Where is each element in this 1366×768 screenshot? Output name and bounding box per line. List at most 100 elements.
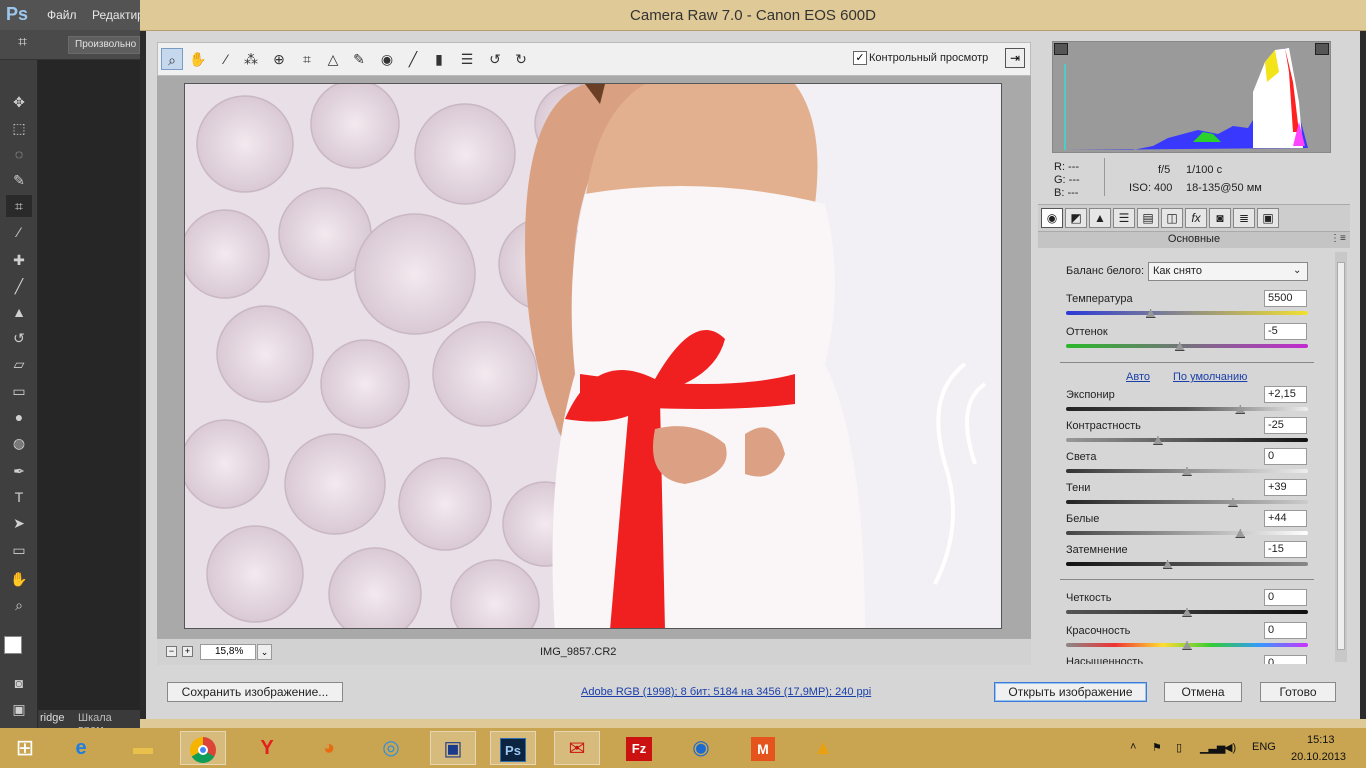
- brush-icon[interactable]: ╱: [6, 275, 32, 297]
- crop-icon[interactable]: ⌗: [6, 195, 32, 217]
- stamp-icon[interactable]: ▲: [6, 301, 32, 323]
- lens-corrections-tab-icon[interactable]: ◫: [1161, 208, 1183, 228]
- adjustment-brush-icon[interactable]: ╱: [402, 48, 424, 70]
- tray-expand-icon[interactable]: ˄: [1130, 741, 1136, 753]
- menu-edit[interactable]: Редактир: [92, 8, 144, 22]
- flag-icon[interactable]: ⚑: [1152, 741, 1162, 754]
- panel-menu-icon[interactable]: ⋮≡: [1330, 233, 1346, 244]
- marquee-tool-icon[interactable]: ⬚: [6, 117, 32, 139]
- dodge-icon[interactable]: ◍: [6, 432, 32, 454]
- preview-checkbox[interactable]: ✓: [853, 51, 867, 65]
- photo-preview[interactable]: [184, 83, 1002, 629]
- save-image-button[interactable]: Сохранить изображение...: [167, 682, 343, 702]
- tab-bridge[interactable]: ridge: [40, 712, 64, 724]
- zoom-tool-icon[interactable]: ⌕: [6, 594, 32, 616]
- vibrance-field[interactable]: 0: [1264, 622, 1307, 639]
- clock-date[interactable]: 20.10.2013: [1291, 751, 1346, 763]
- hand-icon[interactable]: ✋: [187, 48, 209, 70]
- pen-icon[interactable]: ✒: [6, 460, 32, 482]
- cancel-button[interactable]: Отмена: [1164, 682, 1242, 702]
- shadows-field[interactable]: +39: [1264, 479, 1307, 496]
- move-tool-icon[interactable]: ✥: [6, 91, 32, 113]
- blacks-track[interactable]: [1066, 562, 1308, 566]
- chrome-icon[interactable]: [180, 731, 226, 765]
- whites-track[interactable]: [1066, 531, 1308, 535]
- type-icon[interactable]: T: [6, 486, 32, 508]
- firefox-icon[interactable]: ◕: [306, 731, 352, 765]
- detail-tab-icon[interactable]: ▲: [1089, 208, 1111, 228]
- hand-icon[interactable]: ✋: [6, 568, 32, 590]
- presets-tab-icon[interactable]: ≣: [1233, 208, 1255, 228]
- volume-icon[interactable]: ◀): [1224, 741, 1236, 754]
- highlight-clipping-icon[interactable]: [1315, 43, 1329, 55]
- clock-time[interactable]: 15:13: [1307, 734, 1335, 746]
- tint-track[interactable]: [1066, 344, 1308, 348]
- language-indicator[interactable]: ENG: [1252, 741, 1276, 753]
- graduated-filter-icon[interactable]: ▮: [428, 48, 450, 70]
- open-image-button[interactable]: Открыть изображение: [994, 682, 1147, 702]
- zoom-dropdown-icon[interactable]: ⌄: [257, 644, 272, 660]
- quick-mask-icon[interactable]: ◙: [6, 672, 32, 694]
- zoom-level-field[interactable]: 15,8%: [200, 644, 256, 660]
- eyedropper-icon[interactable]: ⁄: [6, 221, 32, 243]
- crop-tool-icon[interactable]: ⌗: [18, 34, 42, 56]
- path-select-icon[interactable]: ➤: [6, 512, 32, 534]
- network-icon[interactable]: ▁▃▅: [1200, 741, 1225, 754]
- media-player-icon[interactable]: ◉: [678, 731, 724, 765]
- ratio-select[interactable]: Произвольно: [68, 36, 140, 54]
- zoom-icon[interactable]: ⌕: [161, 48, 183, 70]
- internet-explorer-icon[interactable]: e: [58, 731, 104, 765]
- white-balance-select[interactable]: Как снято: [1148, 262, 1308, 281]
- white-balance-icon[interactable]: ⁄: [215, 48, 237, 70]
- tint-field[interactable]: -5: [1264, 323, 1307, 340]
- history-brush-icon[interactable]: ↺: [6, 327, 32, 349]
- highlights-field[interactable]: 0: [1264, 448, 1307, 465]
- contrast-field[interactable]: -25: [1264, 417, 1307, 434]
- whites-field[interactable]: +44: [1264, 510, 1307, 527]
- gradient-icon[interactable]: ▭: [6, 380, 32, 402]
- preferences-icon[interactable]: ☰: [456, 48, 478, 70]
- safari-icon[interactable]: ◎: [368, 731, 414, 765]
- split-toning-tab-icon[interactable]: ▤: [1137, 208, 1159, 228]
- workflow-options-link[interactable]: Adobe RGB (1998); 8 бит; 5184 на 3456 (1…: [581, 686, 871, 698]
- default-link[interactable]: По умолчанию: [1173, 371, 1247, 383]
- yandex-icon[interactable]: Y: [244, 731, 290, 765]
- file-explorer-icon[interactable]: ▬: [120, 731, 166, 765]
- spot-removal-icon[interactable]: ✎: [348, 48, 370, 70]
- mailru-agent-icon[interactable]: M: [751, 736, 775, 761]
- blur-icon[interactable]: ●: [6, 406, 32, 428]
- clarity-field[interactable]: 0: [1264, 589, 1307, 606]
- temperature-track[interactable]: [1066, 311, 1308, 315]
- saturation-field[interactable]: 0: [1264, 655, 1307, 664]
- panel-scrollbar-thumb[interactable]: [1337, 262, 1345, 650]
- start-icon[interactable]: ⊞: [2, 731, 48, 765]
- basic-tab-icon[interactable]: ◉: [1041, 208, 1063, 228]
- photoshop-taskbar-icon[interactable]: Ps: [500, 737, 526, 762]
- save-disk-icon[interactable]: ▣: [430, 731, 476, 765]
- crop-icon[interactable]: ⌗: [296, 48, 318, 70]
- rotate-left-icon[interactable]: ↺: [484, 48, 506, 70]
- battery-icon[interactable]: ▯: [1176, 741, 1182, 754]
- rotate-right-icon[interactable]: ↻: [510, 48, 532, 70]
- temperature-field[interactable]: 5500: [1264, 290, 1307, 307]
- filezilla-icon[interactable]: Fz: [626, 736, 652, 761]
- screen-mode-icon[interactable]: ▣: [6, 698, 32, 720]
- healing-icon[interactable]: ✚: [6, 249, 32, 271]
- lasso-tool-icon[interactable]: ◌: [6, 143, 32, 165]
- zoom-in-icon[interactable]: +: [182, 646, 193, 657]
- fullscreen-icon[interactable]: ⇥: [1005, 48, 1025, 68]
- blacks-field[interactable]: -15: [1264, 541, 1307, 558]
- quick-select-icon[interactable]: ✎: [6, 169, 32, 191]
- zoom-out-icon[interactable]: −: [166, 646, 177, 657]
- shape-icon[interactable]: ▭: [6, 539, 32, 561]
- straighten-icon[interactable]: △: [322, 48, 344, 70]
- contrast-track[interactable]: [1066, 438, 1308, 442]
- foreground-color-swatch[interactable]: [4, 636, 22, 654]
- exposure-track[interactable]: [1066, 407, 1308, 411]
- snapshots-tab-icon[interactable]: ▣: [1257, 208, 1279, 228]
- auto-link[interactable]: Авто: [1126, 371, 1150, 383]
- tone-curve-tab-icon[interactable]: ◩: [1065, 208, 1087, 228]
- hsl-tab-icon[interactable]: ☰: [1113, 208, 1135, 228]
- done-button[interactable]: Готово: [1260, 682, 1336, 702]
- menu-file[interactable]: Файл: [47, 8, 77, 22]
